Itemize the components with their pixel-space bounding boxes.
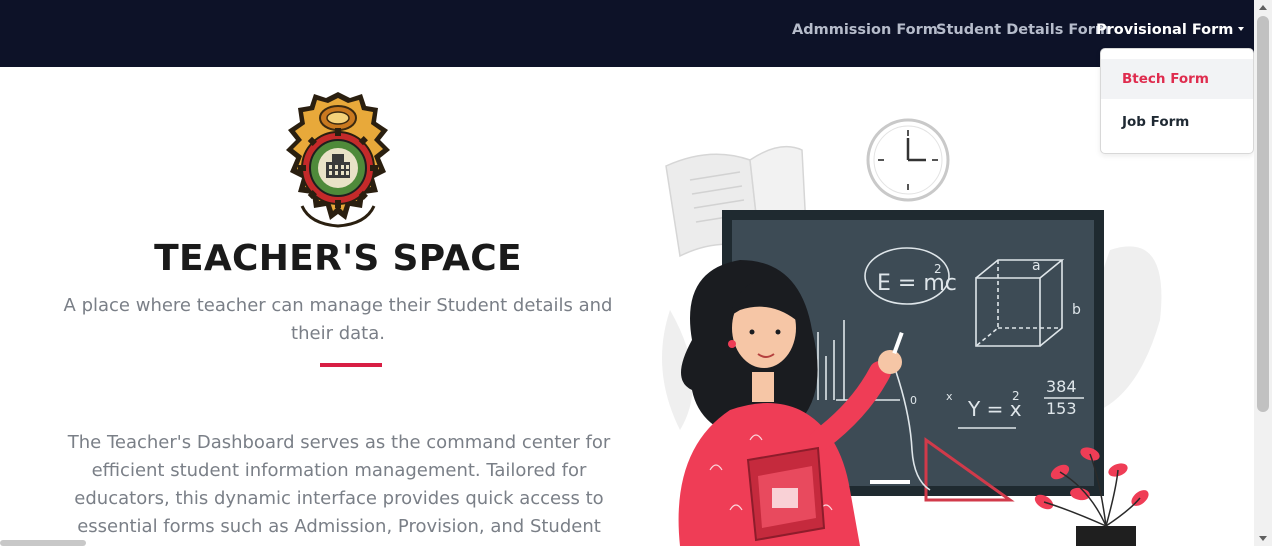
cube-label-a: a xyxy=(1032,258,1041,274)
fraction-denominator: 153 xyxy=(1046,399,1077,418)
formula-yx-exponent: 2 xyxy=(1012,389,1020,403)
cube-label-b: b xyxy=(1072,302,1081,318)
hero-description: The Teacher's Dashboard serves as the co… xyxy=(67,432,611,546)
top-navbar: Admmission Form Student Details Form Pro… xyxy=(0,0,1254,67)
formula-emc-exponent: 2 xyxy=(934,262,942,276)
graph-label-zero: 0 xyxy=(910,394,917,407)
scroll-up-arrow-icon[interactable] xyxy=(1259,5,1267,10)
nav-provisional-form-label[interactable]: Provisional Form xyxy=(1096,22,1233,38)
teacher-illustration: E = mc 2 Y = x 2 384 153 a b x 0 xyxy=(662,118,1162,546)
nav-provisional-form[interactable]: Provisional Form xyxy=(1096,22,1245,38)
scroll-down-arrow-icon[interactable] xyxy=(1259,536,1267,541)
fraction-numerator: 384 xyxy=(1046,377,1077,396)
nav-admission-form[interactable]: Admmission Form xyxy=(792,22,938,38)
caret-down-icon[interactable] xyxy=(1238,27,1245,31)
graph-label-x: x xyxy=(946,390,953,403)
formula-emc-text: E = mc xyxy=(877,271,957,296)
horizontal-scroll-indicator xyxy=(0,540,86,546)
page-scrollbar[interactable] xyxy=(1254,0,1272,546)
scrollbar-thumb[interactable] xyxy=(1257,16,1269,412)
wall-clock-icon xyxy=(866,118,950,202)
page-title: TEACHER'S SPACE xyxy=(154,238,522,279)
college-emblem-logo xyxy=(286,92,390,228)
hero-subtitle: A place where teacher can manage their S… xyxy=(63,295,613,344)
dropdown-item-btech-form[interactable]: Btech Form xyxy=(1101,59,1253,99)
nav-student-details-form[interactable]: Student Details Form xyxy=(936,22,1110,38)
accent-divider xyxy=(320,363,382,367)
